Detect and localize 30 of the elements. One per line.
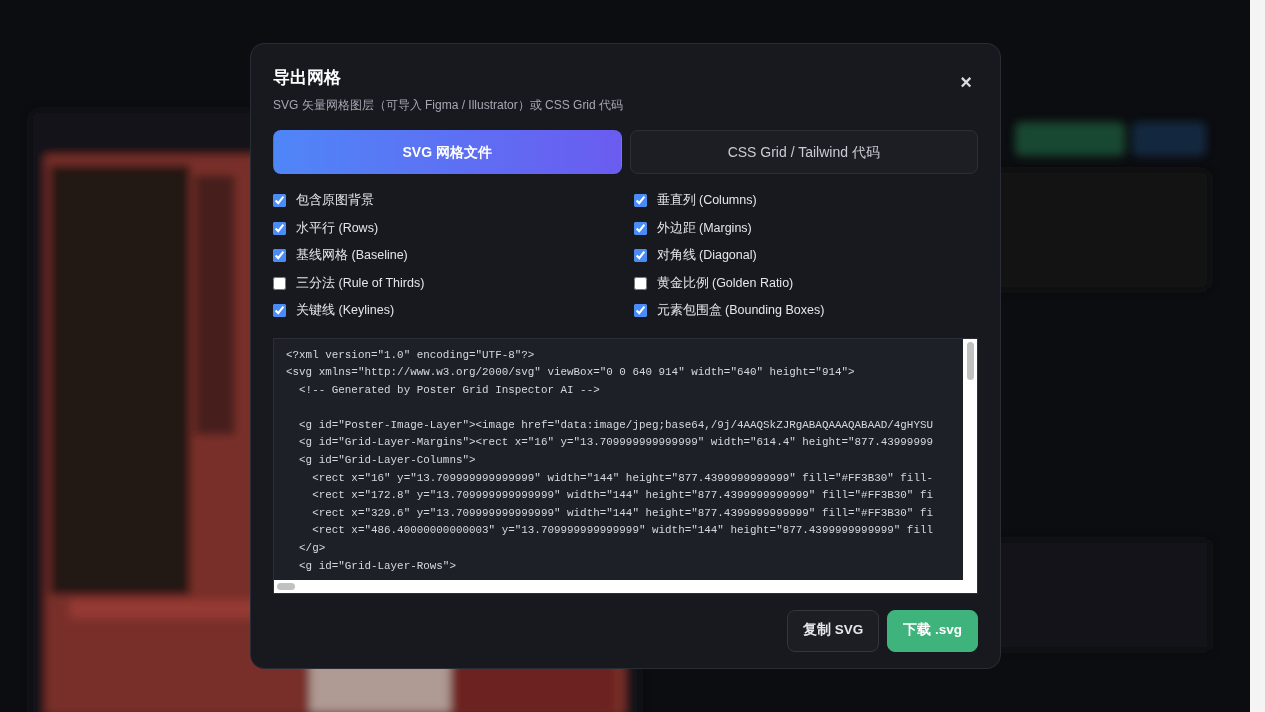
checkbox-label: 包含原图背景 — [296, 192, 374, 210]
checkbox-label: 水平行 (Rows) — [296, 219, 379, 237]
tab[interactable]: CSS Grid / Tailwind 代码 — [629, 130, 978, 174]
checkbox[interactable] — [633, 249, 647, 263]
code-text: <?xml version="1.0" encoding="UTF-8"?> <svg xmlns="http://www.w3.org/2000/svg" viewBox="0 0 640 914" width="640" height="914"> <!-- Generated by Poster Grid Inspector AI --> <g id="Poster-Image-Layer"><image href="data:image/jpeg;base64,/9j/4AAQSkZJRgABAQAAAQABAAD/4gHYSU <g id="Grid-Layer-Margins"><rect x="16" y="13.709999999999999" width="614.4" height="877.43999999 <g id="Grid-Layer-Columns"> <rect x="16" y="13.709999999999999" width="144" height="877.4399999999999" fill="#FF3B30" fill- <rect x="172.8" y="13.709999999999999" width="144" height="877.4399999999999" fill="#FF3B30" fi <rect x="329.6" y="13.709999999999999" width="144" height="877.4399999999999" fill="#FF3B30" fi <rect x="486.40000000000003" y="13.709999999999999" width="144" height="877.4399999999999" fill </g> <g id="Grid-Layer-Rows"> — [285, 347, 934, 574]
dialog-title: 导出网格 — [273, 67, 342, 88]
tab[interactable]: SVG 网格文件 — [273, 130, 622, 174]
checkbox-label: 对角线 (Diagonal) — [656, 247, 757, 265]
checkbox[interactable] — [273, 276, 286, 290]
dialog-subtitle: SVG 矢量网格图层（可导入 Figma / Illustrator）或 CSS Grid 代码 — [273, 97, 624, 114]
scrollbar-thumb[interactable] — [966, 341, 974, 380]
checkbox[interactable] — [273, 249, 286, 263]
checkbox-label: 元素包围盒 (Bounding Boxes) — [656, 302, 825, 320]
checkbox-label: 外边距 (Margins) — [656, 219, 752, 237]
scrollbar[interactable] — [1250, 0, 1265, 712]
copy-button[interactable]: 复制 SVG — [786, 609, 880, 652]
checkbox-label: 垂直列 (Columns) — [656, 192, 757, 210]
checkbox-label: 基线网格 (Baseline) — [296, 247, 408, 265]
checkbox[interactable] — [633, 276, 647, 290]
checkbox-label: 关键线 (Keylines) — [296, 302, 395, 320]
checkbox[interactable] — [273, 221, 286, 235]
checkbox[interactable] — [273, 194, 286, 208]
checkbox[interactable] — [273, 304, 286, 318]
checkbox[interactable] — [633, 221, 647, 235]
close-button[interactable]: × — [954, 70, 978, 94]
checkbox[interactable] — [633, 304, 647, 318]
checkbox-label: 三分法 (Rule of Thirds) — [296, 274, 425, 292]
checkbox-label: 黄金比例 (Golden Ratio) — [656, 274, 794, 292]
checkbox[interactable] — [633, 194, 647, 208]
scrollbar-thumb[interactable] — [277, 582, 295, 590]
